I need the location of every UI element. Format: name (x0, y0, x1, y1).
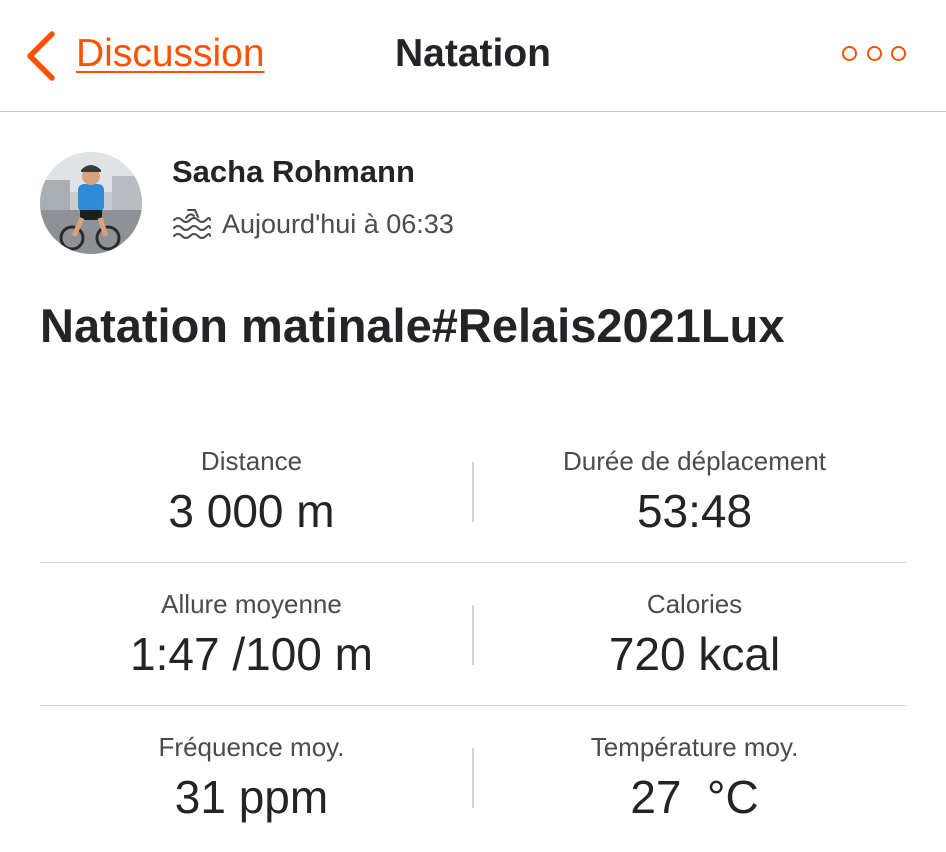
avatar[interactable] (40, 152, 142, 254)
stat-label: Température moy. (590, 732, 799, 762)
stat-value: 1:47 /100 m (130, 628, 373, 680)
stat-divider (472, 462, 474, 522)
stat-avg-heart-rate: Fréquence moy. 31 ppm (40, 706, 463, 849)
stat-divider (472, 605, 474, 665)
stat-row: Allure moyenne 1:47 /100 m Calories 720 … (40, 563, 906, 706)
stat-avg-pace: Allure moyenne 1:47 /100 m (40, 563, 463, 706)
swim-icon (173, 209, 211, 239)
stat-label: Distance (200, 446, 303, 476)
activity-title: Natation matinale#Relais2021Lux (40, 299, 785, 352)
activity-timestamp: Aujourd'hui à 06:33 (222, 208, 454, 239)
navigation-bar: Discussion Natation (0, 0, 946, 112)
stat-value: 720 kcal (608, 628, 781, 680)
more-dot (891, 45, 906, 61)
athlete-name[interactable]: Sacha Rohmann (172, 154, 415, 190)
stat-calories: Calories 720 kcal (483, 563, 906, 706)
more-horizontal-icon (842, 45, 857, 61)
activity-meta: Aujourd'hui à 06:33 (172, 206, 454, 242)
stat-value: 53:48 (636, 485, 753, 537)
stat-value: 31 ppm (174, 771, 329, 823)
stat-value: 3 000 m (168, 485, 335, 537)
stat-row: Distance 3 000 m Durée de déplacement 53… (40, 420, 906, 563)
back-button[interactable]: Discussion (76, 32, 265, 76)
chevron-left-icon[interactable] (22, 30, 58, 82)
stat-label: Durée de déplacement (562, 446, 827, 476)
stat-moving-time: Durée de déplacement 53:48 (483, 420, 906, 563)
more-options-button[interactable] (842, 38, 906, 68)
cyclist-avatar-icon (40, 152, 142, 254)
stat-label: Allure moyenne (161, 589, 342, 619)
stat-row: Fréquence moy. 31 ppm Température moy. 2… (40, 706, 906, 849)
stat-divider (472, 748, 474, 808)
stat-avg-temperature: Température moy. 27 °C (483, 706, 906, 849)
stat-value: 27 °C (630, 771, 759, 823)
stat-label: Fréquence moy. (158, 732, 345, 762)
stats-grid: Distance 3 000 m Durée de déplacement 53… (40, 420, 906, 849)
stat-label: Calories (646, 589, 743, 619)
stat-distance: Distance 3 000 m (40, 420, 463, 563)
more-dot (866, 45, 882, 61)
